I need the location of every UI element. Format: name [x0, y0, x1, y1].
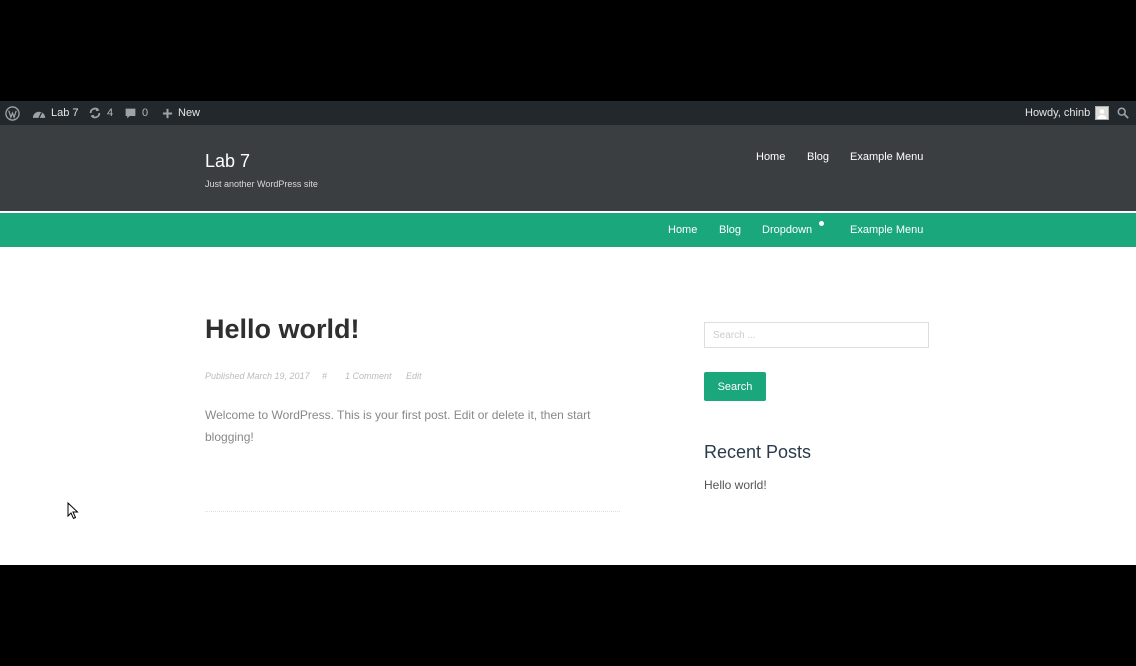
- nav-home[interactable]: Home: [668, 224, 697, 236]
- nav-example-menu[interactable]: Example Menu: [850, 224, 923, 236]
- top-nav-home[interactable]: Home: [756, 151, 785, 163]
- search-button[interactable]: Search: [704, 372, 766, 401]
- post-divider: [205, 511, 620, 512]
- recent-posts-heading: Recent Posts: [704, 442, 812, 462]
- search-icon: [1117, 107, 1129, 119]
- top-nav-example-menu[interactable]: Example Menu: [850, 151, 923, 163]
- my-account-link[interactable]: Howdy, chinb: [1025, 101, 1110, 125]
- comments-link[interactable]: 0: [124, 101, 148, 125]
- new-label: New: [178, 107, 201, 119]
- recent-post-link[interactable]: Hello world!: [704, 478, 767, 492]
- post-permalink[interactable]: #: [322, 371, 327, 381]
- post-published-date[interactable]: Published March 19, 2017: [205, 371, 310, 381]
- dropdown-indicator-icon: [819, 221, 824, 226]
- site-name-label: Lab 7: [51, 107, 79, 119]
- comment-icon: [124, 107, 137, 120]
- new-content-link[interactable]: New: [162, 101, 200, 125]
- post-edit-link[interactable]: Edit: [406, 371, 422, 381]
- dashboard-icon: [32, 107, 46, 120]
- plus-icon: [162, 108, 173, 119]
- admin-search-button[interactable]: [1117, 101, 1129, 125]
- post-excerpt: Welcome to WordPress. This is your first…: [205, 408, 591, 444]
- comments-count: 0: [142, 107, 149, 119]
- post-title[interactable]: Hello world!: [205, 314, 360, 345]
- browser-viewport: Lab 7 4 0 New Howdy, chinb Lab 7 Just an…: [0, 101, 1136, 565]
- wp-logo-button[interactable]: [5, 101, 20, 125]
- top-nav-blog[interactable]: Blog: [807, 151, 829, 163]
- updates-count: 4: [107, 107, 114, 119]
- updates-link[interactable]: 4: [88, 101, 113, 125]
- mouse-pointer-icon: [67, 501, 79, 525]
- site-header: Lab 7 Just another WordPress site Home B…: [0, 125, 1136, 211]
- wordpress-icon: [5, 105, 20, 121]
- nav-dropdown[interactable]: Dropdown: [762, 224, 812, 236]
- site-title[interactable]: Lab 7: [205, 151, 250, 172]
- site-name-link[interactable]: Lab 7: [32, 101, 79, 125]
- site-tagline: Just another WordPress site: [205, 179, 318, 189]
- avatar: [1095, 106, 1110, 120]
- search-input[interactable]: [704, 322, 929, 348]
- refresh-icon: [88, 106, 102, 120]
- nav-blog[interactable]: Blog: [719, 224, 741, 236]
- wp-admin-bar: Lab 7 4 0 New Howdy, chinb: [0, 101, 1136, 125]
- post-comments-link[interactable]: 1 Comment: [345, 371, 392, 381]
- howdy-label: Howdy, chinb: [1025, 107, 1091, 119]
- primary-nav: Home Blog Dropdown Example Menu: [0, 213, 1136, 247]
